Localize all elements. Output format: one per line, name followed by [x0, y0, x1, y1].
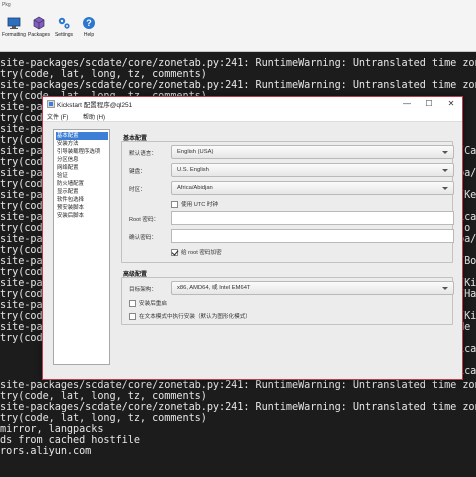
reboot-after-install-checkbox[interactable]: 安装后重启: [129, 299, 167, 308]
nav-item-partition[interactable]: 分区信息: [56, 156, 108, 164]
nav-item-firewall[interactable]: 防火墙配置: [56, 180, 108, 188]
help-button[interactable]: ? Help: [75, 16, 103, 38]
nav-item-bootloader[interactable]: 引导装载程序选项: [56, 148, 108, 156]
keyboard-label: 键盘：: [129, 169, 146, 175]
dialog-titlebar[interactable]: Kickstart 配置程序@ql251 — ☐ ✕: [43, 97, 462, 111]
formatting-button[interactable]: Formatting: [0, 16, 28, 38]
reboot-after-install-label: 安装后重启: [139, 301, 167, 307]
utc-clock-checkbox[interactable]: 使用 UTC 时钟: [171, 200, 218, 209]
nav-item-pre-script[interactable]: 预安装脚本: [56, 204, 108, 212]
terminal-line: try(code, lat, long, tz, comments): [0, 413, 207, 424]
packages-icon: [33, 16, 45, 30]
menu-bar: 文件 (F) 帮助 (H): [43, 111, 462, 122]
terminal-line: try(code, lat, long, tz, comments): [0, 69, 207, 80]
dialog-title: Kickstart 配置程序@ql251: [57, 102, 133, 109]
nav-item-install-method[interactable]: 安装方法: [56, 140, 108, 148]
packages-button[interactable]: Packages: [25, 16, 53, 38]
nav-item-packages[interactable]: 软件包选择: [56, 196, 108, 204]
root-password-label: Root 密码：: [129, 217, 160, 223]
timezone-label: 时区：: [129, 187, 146, 193]
chevron-down-icon: [442, 187, 448, 190]
utc-clock-label: 使用 UTC 时钟: [181, 202, 218, 208]
formatting-label: Formatting: [2, 32, 26, 38]
host-toolbar: Pkg Formatting Packages Settings ? Help: [0, 0, 476, 52]
nav-item-network[interactable]: 网络配置: [56, 164, 108, 172]
confirm-password-input[interactable]: [171, 229, 454, 243]
minimize-button[interactable]: —: [397, 98, 417, 110]
settings-icon: [58, 17, 70, 29]
close-button[interactable]: ✕: [441, 98, 461, 110]
timezone-select[interactable]: Africa/Abidjan: [171, 181, 454, 195]
root-password-input[interactable]: [171, 211, 454, 225]
config-panel: 基本配置 默认语言： English (USA) 键盘： U.S. Englis…: [117, 129, 455, 375]
packages-label: Packages: [28, 32, 50, 38]
target-arch-select[interactable]: x86, AMD64, 或 Intel EM64T: [171, 281, 454, 295]
chevron-down-icon: [442, 151, 448, 154]
settings-label: Settings: [54, 32, 74, 38]
nav-item-post-script[interactable]: 安装后脚本: [56, 212, 108, 220]
timezone-value: Africa/Abidjan: [177, 185, 213, 191]
nav-item-auth[interactable]: 验证: [56, 172, 108, 180]
kickstart-dialog: Kickstart 配置程序@ql251 — ☐ ✕ 文件 (F) 帮助 (H)…: [42, 96, 463, 380]
checkbox-icon: [129, 300, 136, 308]
terminal-line: mirror, langpacks: [0, 424, 104, 435]
settings-button[interactable]: Settings: [50, 16, 78, 38]
text-mode-install-label: 在文本模式中执行安装（默认为图形化模式）: [139, 314, 251, 320]
checkbox-icon: [129, 313, 136, 321]
nav-item-display[interactable]: 显示配置: [56, 188, 108, 196]
keyboard-value: U.S. English: [177, 167, 209, 173]
text-mode-install-checkbox[interactable]: 在文本模式中执行安装（默认为图形化模式）: [129, 312, 251, 321]
target-arch-label: 目标架构：: [129, 287, 157, 293]
encrypt-root-password-label: 给 root 密码加密: [181, 250, 222, 256]
terminal-line: ds from cached hostfile: [0, 435, 140, 446]
checkbox-checked-icon: [171, 249, 178, 257]
keyboard-select[interactable]: U.S. English: [171, 163, 454, 177]
terminal-line: site-packages/scdate/core/zonetab.py:241…: [0, 58, 476, 69]
monitor-icon: [7, 17, 21, 29]
menu-help[interactable]: 帮助 (H): [83, 112, 105, 121]
checkbox-icon: [171, 201, 178, 209]
default-language-select[interactable]: English (USA): [171, 145, 454, 159]
terminal-line: site-packages/scdate/core/zonetab.py:241…: [0, 402, 476, 413]
encrypt-root-password-checkbox[interactable]: 给 root 密码加密: [171, 248, 222, 257]
nav-item-basic[interactable]: 基本配置: [56, 132, 108, 140]
confirm-password-label: 确认密码：: [129, 235, 157, 241]
help-label: Help: [83, 32, 95, 38]
app-icon: [47, 100, 55, 108]
target-arch-value: x86, AMD64, 或 Intel EM64T: [177, 285, 251, 291]
terminal-line: site-packages/scdate/core/zonetab.py:241…: [0, 380, 476, 391]
terminal-line: try(code, lat, long, tz, comments): [0, 391, 207, 402]
menu-file[interactable]: 文件 (F): [47, 112, 68, 121]
category-list: 基本配置 安装方法 引导装载程序选项 分区信息 网络配置 验证 防火墙配置 显示…: [53, 129, 110, 365]
svg-text:?: ?: [86, 18, 92, 28]
toolbar-tiny-label: Pkg: [2, 2, 11, 8]
chevron-down-icon: [442, 287, 448, 290]
chevron-down-icon: [442, 169, 448, 172]
default-language-value: English (USA): [177, 149, 214, 155]
maximize-button[interactable]: ☐: [419, 98, 439, 110]
terminal-line: rors.aliyun.com: [0, 446, 92, 457]
terminal-line: site-packages/scdate/core/zonetab.py:241…: [0, 80, 476, 91]
default-language-label: 默认语言：: [129, 151, 157, 157]
help-icon: ?: [83, 17, 95, 29]
